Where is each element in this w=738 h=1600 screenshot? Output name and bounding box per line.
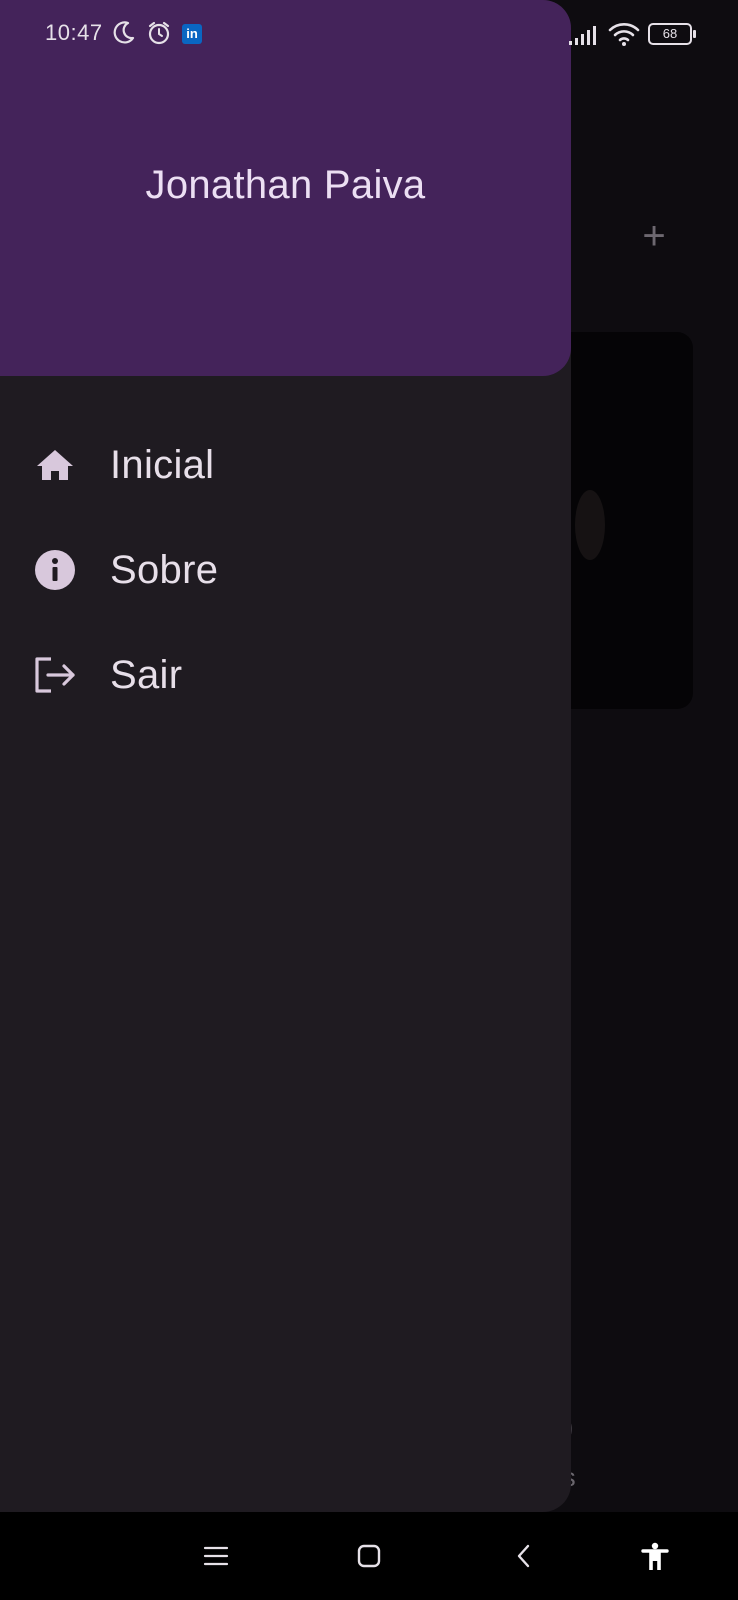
status-bar: 10:47 in 68 — [0, 0, 738, 70]
alarm-icon — [148, 21, 170, 45]
battery-tip — [693, 30, 696, 38]
linkedin-icon: in — [182, 24, 202, 44]
home-button[interactable] — [347, 1534, 391, 1578]
card-image — [575, 490, 605, 560]
battery-level: 68 — [662, 26, 678, 41]
drawer-item-label: Sair — [110, 652, 183, 697]
add-button[interactable]: + — [636, 216, 672, 256]
drawer-user-name: Jonathan Paiva — [145, 163, 426, 207]
home-icon — [37, 450, 73, 480]
status-time: 10:47 — [45, 20, 103, 45]
drawer-item-label: Sobre — [110, 547, 219, 592]
info-icon — [35, 550, 75, 590]
logout-icon — [35, 657, 75, 693]
home-square-icon — [357, 1544, 381, 1568]
drawer-item-sobre[interactable]: Sobre — [0, 520, 571, 620]
battery-icon: 68 — [648, 23, 692, 45]
menu-icon — [203, 1546, 229, 1566]
back-icon — [517, 1544, 530, 1568]
drawer-item-label: Inicial — [110, 442, 215, 487]
accessibility-button[interactable] — [633, 1534, 677, 1578]
accessibility-icon — [641, 1542, 669, 1570]
back-button[interactable] — [502, 1534, 546, 1578]
wifi-icon — [608, 23, 640, 46]
drawer-item-sair[interactable]: Sair — [0, 625, 571, 725]
system-navigation-bar — [0, 1512, 738, 1600]
moon-icon — [113, 21, 135, 44]
navigation-drawer: Jonathan Paiva Inicial Sobre Sair — [0, 0, 571, 1512]
recent-apps-button[interactable] — [194, 1534, 238, 1578]
drawer-item-inicial[interactable]: Inicial — [0, 415, 571, 515]
signal-icon — [569, 26, 596, 45]
